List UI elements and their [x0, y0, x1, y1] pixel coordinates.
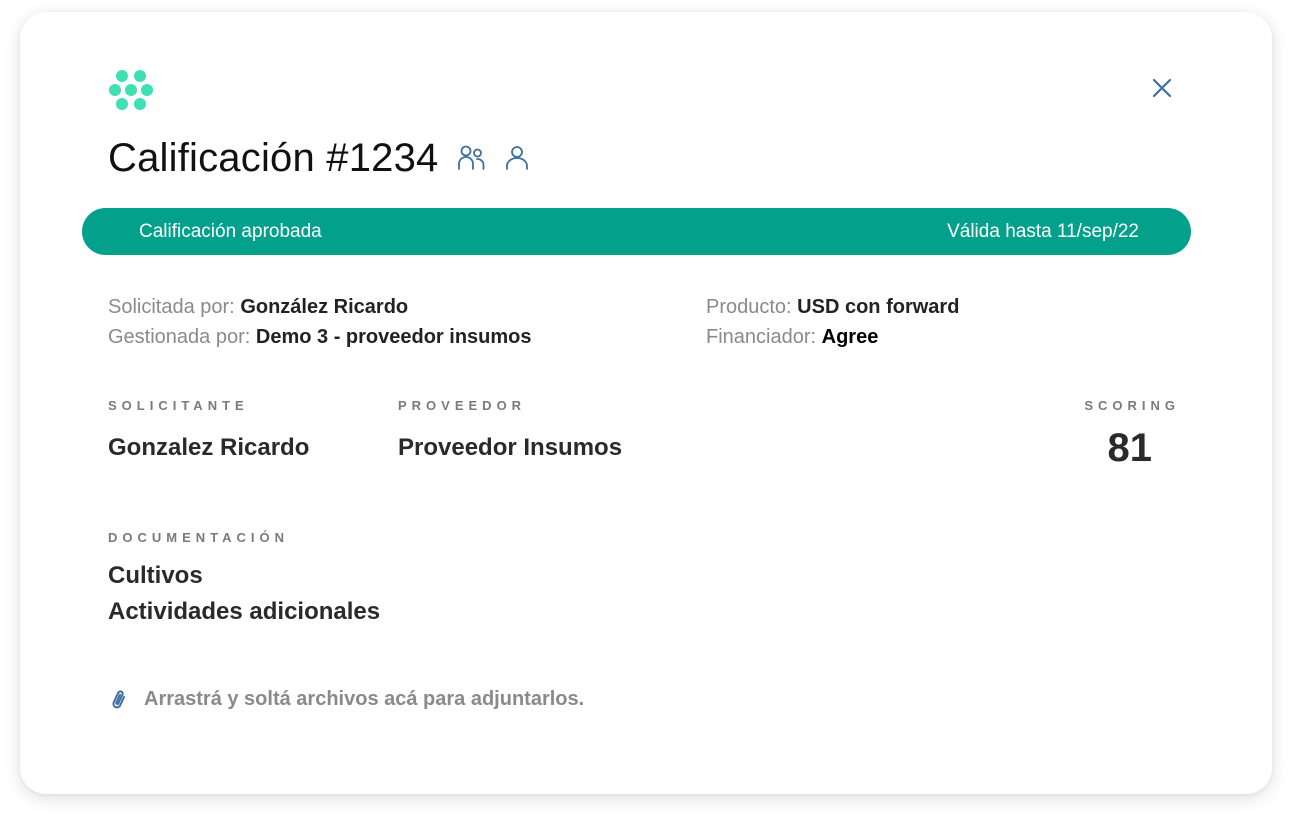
documentation-list: Cultivos Actividades adicionales [108, 558, 380, 630]
financer-label: Financiador: [706, 326, 817, 348]
requested-by: Solicitada por: González Ricardo [108, 292, 532, 322]
status-validity: Válida hasta 11/sep/22 [947, 221, 1139, 242]
product-label: Producto: [706, 296, 792, 318]
managed-by: Gestionada por: Demo 3 - proveedor insum… [108, 322, 532, 352]
product: Producto: USD con forward [706, 292, 959, 322]
provider-label: PROVEEDOR [398, 398, 527, 413]
managed-by-label: Gestionada por: [108, 326, 251, 348]
requested-by-label: Solicitada por: [108, 296, 235, 318]
applicant-label: SOLICITANTE [108, 398, 249, 413]
paperclip-icon [112, 690, 126, 709]
doc-item-cultivos[interactable]: Cultivos [108, 558, 380, 594]
close-icon[interactable] [1148, 74, 1176, 102]
meta-right: Producto: USD con forward Financiador: A… [706, 292, 959, 352]
product-value: USD con forward [797, 296, 960, 318]
financer: Financiador: Agree [706, 322, 959, 352]
documentation-label: DOCUMENTACIÓN [108, 530, 290, 545]
provider-value: Proveedor Insumos [398, 434, 623, 461]
logo-icon [109, 70, 153, 110]
financer-value: Agree [821, 326, 879, 348]
meta-left: Solicitada por: González Ricardo Gestion… [108, 292, 532, 352]
applicant-value: Gonzalez Ricardo [108, 434, 310, 461]
attachment-dropzone[interactable]: Arrastrá y soltá archivos acá para adjun… [108, 686, 584, 712]
status-bar: Calificación aprobada Válida hasta 11/se… [82, 208, 1191, 255]
users-icon[interactable] [456, 143, 486, 173]
status-label: Calificación aprobada [139, 221, 322, 242]
requested-by-value: González Ricardo [240, 296, 409, 318]
doc-item-actividades[interactable]: Actividades adicionales [108, 594, 380, 630]
page-title: Calificación #1234 [108, 135, 439, 180]
user-icon[interactable] [502, 143, 532, 173]
dropzone-text: Arrastrá y soltá archivos acá para adjun… [144, 687, 585, 710]
title-row: Calificación #1234 [108, 132, 532, 184]
qualification-modal: Calificación #1234 Calificación aprobada… [20, 12, 1272, 794]
scoring-value: 81 [1107, 426, 1153, 470]
scoring-label: SCORING [1084, 398, 1180, 413]
managed-by-value: Demo 3 - proveedor insumos [255, 326, 532, 348]
